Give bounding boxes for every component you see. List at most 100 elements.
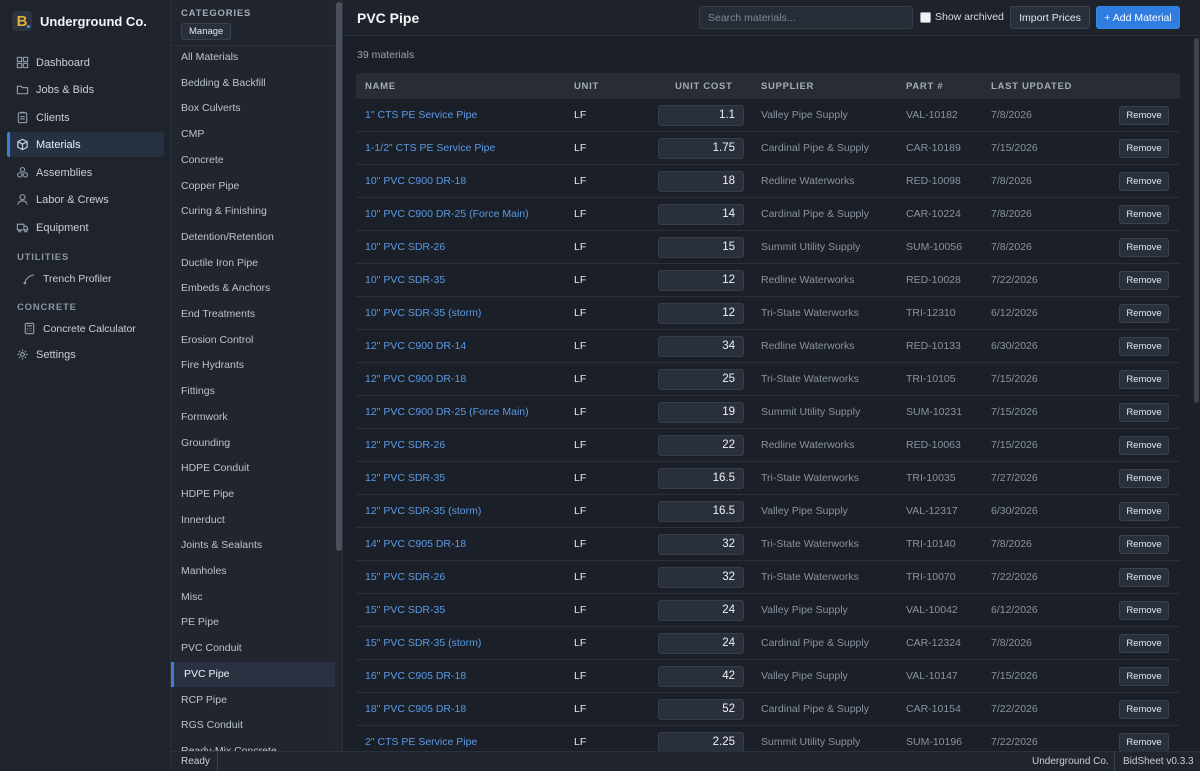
- category-item[interactable]: Manholes: [171, 559, 335, 585]
- remove-button[interactable]: Remove: [1119, 601, 1169, 620]
- remove-button[interactable]: Remove: [1119, 568, 1169, 587]
- remove-button[interactable]: Remove: [1119, 634, 1169, 653]
- nav-jobs-bids[interactable]: Jobs & Bids: [7, 77, 164, 102]
- unit-cost-input[interactable]: 18: [658, 171, 744, 192]
- column-header-unit[interactable]: UNIT: [574, 81, 599, 92]
- category-item[interactable]: End Treatments: [171, 302, 335, 328]
- material-name-link[interactable]: 12" PVC C900 DR-25 (Force Main): [365, 406, 529, 418]
- nav-concrete-calculator[interactable]: Concrete Calculator: [14, 316, 164, 341]
- remove-button[interactable]: Remove: [1119, 667, 1169, 686]
- unit-cost-input[interactable]: 1.75: [658, 138, 744, 159]
- material-name-link[interactable]: 10" PVC SDR-35: [365, 274, 445, 286]
- unit-cost-input[interactable]: 52: [658, 699, 744, 720]
- column-header-name[interactable]: NAME: [365, 81, 396, 92]
- remove-button[interactable]: Remove: [1119, 436, 1169, 455]
- category-item[interactable]: Formwork: [171, 405, 335, 431]
- column-header-supplier[interactable]: SUPPLIER: [761, 81, 814, 92]
- unit-cost-input[interactable]: 42: [658, 666, 744, 687]
- unit-cost-input[interactable]: 15: [658, 237, 744, 258]
- remove-button[interactable]: Remove: [1119, 469, 1169, 488]
- search-input[interactable]: [699, 6, 913, 29]
- material-name-link[interactable]: 12" PVC SDR-35: [365, 472, 445, 484]
- category-item[interactable]: RGS Conduit: [171, 713, 335, 739]
- category-item[interactable]: Erosion Control: [171, 328, 335, 354]
- unit-cost-input[interactable]: 16.5: [658, 501, 744, 522]
- nav-assemblies[interactable]: Assemblies: [7, 160, 164, 185]
- category-item[interactable]: Box Culverts: [171, 96, 335, 122]
- material-name-link[interactable]: 18" PVC C905 DR-18: [365, 703, 466, 715]
- material-name-link[interactable]: 1" CTS PE Service Pipe: [365, 109, 477, 121]
- material-name-link[interactable]: 12" PVC C900 DR-14: [365, 340, 466, 352]
- category-item[interactable]: Innerduct: [171, 508, 335, 534]
- category-item[interactable]: RCP Pipe: [171, 688, 335, 714]
- category-item[interactable]: Embeds & Anchors: [171, 276, 335, 302]
- category-item[interactable]: Ready-Mix Concrete: [171, 739, 335, 751]
- material-name-link[interactable]: 12" PVC C900 DR-18: [365, 373, 466, 385]
- material-name-link[interactable]: 12" PVC SDR-26: [365, 439, 445, 451]
- material-name-link[interactable]: 15" PVC SDR-35: [365, 604, 445, 616]
- material-name-link[interactable]: 12" PVC SDR-35 (storm): [365, 505, 481, 517]
- nav-settings[interactable]: Settings: [7, 342, 164, 367]
- category-item[interactable]: HDPE Pipe: [171, 482, 335, 508]
- unit-cost-input[interactable]: 14: [658, 204, 744, 225]
- category-item[interactable]: Joints & Sealants: [171, 533, 335, 559]
- category-item[interactable]: PVC Conduit: [171, 636, 335, 662]
- show-archived-toggle[interactable]: Show archived: [920, 11, 1004, 23]
- category-item[interactable]: Ductile Iron Pipe: [171, 251, 335, 277]
- remove-button[interactable]: Remove: [1119, 205, 1169, 224]
- category-item[interactable]: HDPE Conduit: [171, 456, 335, 482]
- categories-scrollbar-thumb[interactable]: [336, 2, 342, 551]
- remove-button[interactable]: Remove: [1119, 733, 1169, 752]
- remove-button[interactable]: Remove: [1119, 403, 1169, 422]
- unit-cost-input[interactable]: 22: [658, 435, 744, 456]
- material-name-link[interactable]: 10" PVC SDR-26: [365, 241, 445, 253]
- column-header-unit-cost[interactable]: UNIT COST: [675, 81, 733, 92]
- material-name-link[interactable]: 10" PVC C900 DR-25 (Force Main): [365, 208, 529, 220]
- unit-cost-input[interactable]: 32: [658, 534, 744, 555]
- remove-button[interactable]: Remove: [1119, 106, 1169, 125]
- nav-dashboard[interactable]: Dashboard: [7, 50, 164, 75]
- column-header-part[interactable]: PART #: [906, 81, 943, 92]
- nav-equipment[interactable]: Equipment: [7, 215, 164, 240]
- remove-button[interactable]: Remove: [1119, 271, 1169, 290]
- category-item[interactable]: Concrete: [171, 148, 335, 174]
- material-name-link[interactable]: 10" PVC SDR-35 (storm): [365, 307, 481, 319]
- remove-button[interactable]: Remove: [1119, 139, 1169, 158]
- category-item[interactable]: Fittings: [171, 379, 335, 405]
- nav-trench-profiler[interactable]: Trench Profiler: [14, 266, 164, 291]
- material-name-link[interactable]: 16" PVC C905 DR-18: [365, 670, 466, 682]
- unit-cost-input[interactable]: 24: [658, 600, 744, 621]
- remove-button[interactable]: Remove: [1119, 337, 1169, 356]
- nav-materials[interactable]: Materials: [7, 132, 164, 157]
- category-item[interactable]: Misc: [171, 585, 335, 611]
- material-name-link[interactable]: 2" CTS PE Service Pipe: [365, 736, 477, 748]
- remove-button[interactable]: Remove: [1119, 238, 1169, 257]
- remove-button[interactable]: Remove: [1119, 370, 1169, 389]
- unit-cost-input[interactable]: 12: [658, 303, 744, 324]
- unit-cost-input[interactable]: 1.1: [658, 105, 744, 126]
- nav-clients[interactable]: Clients: [7, 105, 164, 130]
- remove-button[interactable]: Remove: [1119, 502, 1169, 521]
- material-name-link[interactable]: 14" PVC C905 DR-18: [365, 538, 466, 550]
- remove-button[interactable]: Remove: [1119, 700, 1169, 719]
- category-item[interactable]: Copper Pipe: [171, 174, 335, 200]
- brand[interactable]: B Underground Co.: [0, 0, 170, 42]
- category-item[interactable]: PE Pipe: [171, 610, 335, 636]
- category-item[interactable]: PVC Pipe: [171, 661, 335, 688]
- category-item[interactable]: Bedding & Backfill: [171, 71, 335, 97]
- import-prices-button[interactable]: Import Prices: [1010, 6, 1090, 29]
- category-item[interactable]: Fire Hydrants: [171, 353, 335, 379]
- unit-cost-input[interactable]: 19: [658, 402, 744, 423]
- show-archived-checkbox[interactable]: [920, 11, 931, 23]
- nav-labor-crews[interactable]: Labor & Crews: [7, 187, 164, 212]
- main-scrollbar-thumb[interactable]: [1194, 38, 1199, 403]
- material-name-link[interactable]: 15" PVC SDR-35 (storm): [365, 637, 481, 649]
- category-item[interactable]: Detention/Retention: [171, 225, 335, 251]
- unit-cost-input[interactable]: 12: [658, 270, 744, 291]
- unit-cost-input[interactable]: 24: [658, 633, 744, 654]
- material-name-link[interactable]: 15" PVC SDR-26: [365, 571, 445, 583]
- material-name-link[interactable]: 10" PVC C900 DR-18: [365, 175, 466, 187]
- remove-button[interactable]: Remove: [1119, 304, 1169, 323]
- column-header-last-updated[interactable]: LAST UPDATED: [991, 81, 1072, 92]
- add-material-button[interactable]: + Add Material: [1096, 6, 1180, 29]
